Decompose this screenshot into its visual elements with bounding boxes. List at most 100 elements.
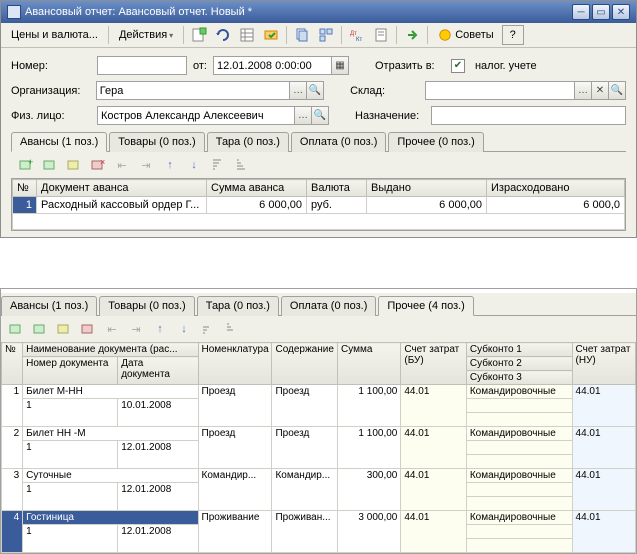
cell-sub2[interactable] [466,483,572,497]
col-sum[interactable]: Сумма аванса [207,180,307,197]
clear-icon[interactable]: ✕ [591,82,608,99]
move-down-icon[interactable]: ↓ [183,155,205,175]
move-up-icon[interactable]: ↑ [159,155,181,175]
table-row[interactable]: 4ГостиницаПроживаниеПроживан...3 000,004… [2,511,636,525]
close-button[interactable]: ✕ [612,4,630,20]
dots-icon[interactable]: … [289,82,306,99]
tab-advances[interactable]: Авансы (1 поз.) [1,296,97,316]
sort-asc-icon[interactable] [207,155,229,175]
cell-acc-nu[interactable]: 44.01 [572,511,635,553]
cell-content[interactable]: Проезд [272,427,338,469]
cell-n[interactable]: 2 [2,427,23,469]
cell-nomen[interactable]: Командир... [198,469,272,511]
cell-docdate[interactable]: 10.01.2008 [118,399,198,427]
calendar-icon[interactable]: ▦ [331,57,348,74]
cell-nomen[interactable]: Проезд [198,385,272,427]
cell-name[interactable]: Суточные [23,469,198,483]
actions-menu[interactable]: Действия▾ [113,27,179,43]
cell-sub3[interactable] [466,413,572,427]
spreadsheet-icon[interactable] [236,25,258,45]
cell-issued[interactable]: 6 000,00 [367,197,487,214]
col-issued[interactable]: Выдано [367,180,487,197]
search-icon[interactable]: 🔍 [311,107,328,124]
move-first-icon[interactable]: ⇤ [101,319,123,339]
tab-other[interactable]: Прочее (4 поз.) [378,296,473,316]
col-sub3[interactable]: Субконто 3 [466,371,572,385]
copy-icon[interactable] [291,25,313,45]
row-marker[interactable]: 1 [13,197,37,214]
cell-sub2[interactable] [466,441,572,455]
search-icon[interactable]: 🔍 [306,82,323,99]
cell-sum[interactable]: 1 100,00 [337,427,400,469]
cell-acc-nu[interactable]: 44.01 [572,385,635,427]
cell-doc[interactable]: Расходный кассовый ордер Г... [37,197,207,214]
number-input[interactable] [97,56,187,75]
cell-spent[interactable]: 6 000,0 [487,197,625,214]
delete-row-icon[interactable]: × [87,155,109,175]
cell-content[interactable]: Командир... [272,469,338,511]
structure-icon[interactable] [315,25,337,45]
tab-goods[interactable]: Товары (0 поз.) [109,132,204,152]
cell-acc-nu[interactable]: 44.01 [572,469,635,511]
col-acc-nu[interactable]: Счет затрат (НУ) [572,343,635,385]
cell-sub1[interactable]: Командировочные [466,469,572,483]
cell-name[interactable]: Билет НН -М [23,427,198,441]
col-acc-bu[interactable]: Счет затрат (БУ) [401,343,467,385]
table-row[interactable]: 1Билет М-ННПроездПроезд1 100,0044.01Кома… [2,385,636,399]
cell-nomen[interactable]: Проживание [198,511,272,553]
go-icon[interactable] [401,25,423,45]
cell-sub2[interactable] [466,399,572,413]
edit-row-icon[interactable] [63,155,85,175]
dots-icon[interactable]: … [574,82,591,99]
cell-content[interactable]: Проезд [272,385,338,427]
cell-docdate[interactable]: 12.01.2008 [118,525,198,553]
date-input[interactable]: ▦ [213,56,349,75]
copy-row-icon[interactable] [29,319,51,339]
advice-button[interactable]: Советы [432,26,499,44]
move-last-icon[interactable]: ⇥ [135,155,157,175]
col-n[interactable]: № [13,180,37,197]
titlebar[interactable]: Авансовый отчет: Авансовый отчет. Новый … [1,1,636,23]
table-row[interactable]: 3СуточныеКомандир...Командир...300,0044.… [2,469,636,483]
col-currency[interactable]: Валюта [307,180,367,197]
sort-asc-icon[interactable] [197,319,219,339]
cell-n[interactable]: 3 [2,469,23,511]
refresh-icon[interactable] [212,25,234,45]
cell-acc-bu[interactable]: 44.01 [401,385,467,427]
cell-currency[interactable]: руб. [307,197,367,214]
purpose-input[interactable] [431,106,626,125]
add-icon[interactable] [188,25,210,45]
cell-name[interactable]: Билет М-НН [23,385,198,399]
cell-sub3[interactable] [466,539,572,553]
col-docname[interactable]: Наименование документа (рас... [23,343,198,357]
warehouse-combo[interactable]: … ✕ 🔍 [425,81,626,100]
cell-nomen[interactable]: Проезд [198,427,272,469]
sort-desc-icon[interactable] [231,155,253,175]
col-docdate[interactable]: Дата документа [118,357,198,385]
cell-content[interactable]: Проживан... [272,511,338,553]
col-n[interactable]: № [2,343,23,385]
currency-menu[interactable]: Цены и валюта... [5,27,104,43]
cell-sub1[interactable]: Командировочные [466,511,572,525]
org-combo[interactable]: … 🔍 [96,81,324,100]
col-docnum[interactable]: Номер документа [23,357,118,385]
debit-credit-icon[interactable]: ДтКт [346,25,368,45]
cell-sub3[interactable] [466,497,572,511]
sort-desc-icon[interactable] [221,319,243,339]
tab-advances[interactable]: Авансы (1 поз.) [11,132,107,152]
col-sum[interactable]: Сумма [337,343,400,385]
cell-acc-bu[interactable]: 44.01 [401,469,467,511]
cell-sub2[interactable] [466,525,572,539]
cell-sub1[interactable]: Командировочные [466,427,572,441]
cell-sum[interactable]: 300,00 [337,469,400,511]
move-first-icon[interactable]: ⇤ [111,155,133,175]
cell-docnum[interactable]: 1 [23,399,118,427]
cell-sum[interactable]: 6 000,00 [207,197,307,214]
copy-row-icon[interactable] [39,155,61,175]
tab-payment[interactable]: Оплата (0 поз.) [281,296,376,316]
table-row[interactable]: 1 Расходный кассовый ордер Г... 6 000,00… [13,197,625,214]
tab-payment[interactable]: Оплата (0 поз.) [291,132,386,152]
add-row-icon[interactable]: + [15,155,37,175]
cell-name[interactable]: Гостиница [23,511,198,525]
col-spent[interactable]: Израсходовано [487,180,625,197]
